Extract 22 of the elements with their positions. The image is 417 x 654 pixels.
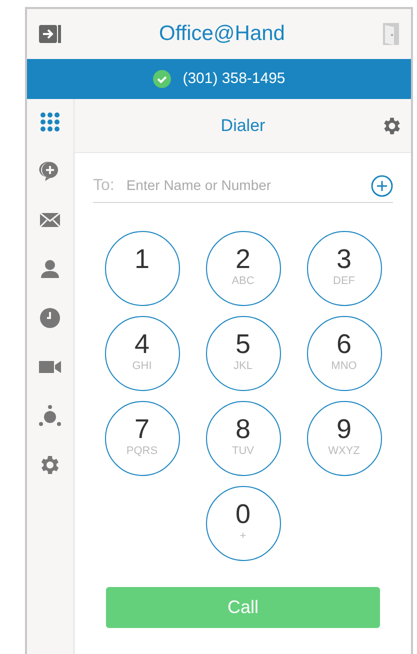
app-title: Office@Hand	[159, 21, 285, 48]
dial-key[interactable]: 3 DEF	[306, 231, 382, 306]
clock-icon[interactable]	[38, 306, 62, 330]
dial-key[interactable]: 2 ABC	[206, 231, 280, 306]
conference-icon[interactable]	[38, 404, 62, 428]
dialer-title: Dialer	[220, 114, 266, 137]
check-circle-icon	[152, 70, 171, 88]
dial-key[interactable]: 7 PQRS	[104, 401, 180, 476]
dial-key[interactable]: 4 GHI	[104, 316, 180, 391]
to-label: To:	[93, 176, 114, 196]
dial-key[interactable]: 0 +	[206, 486, 280, 561]
dialpad-icon[interactable]	[38, 110, 62, 134]
recipient-field[interactable]: Enter Name or Number	[126, 175, 359, 196]
add-icon[interactable]	[371, 174, 393, 196]
dial-key[interactable]: 1	[104, 231, 180, 306]
exit-arrow-icon[interactable]	[39, 25, 61, 43]
dial-key[interactable]: 6 MNO	[306, 316, 382, 391]
dial-key[interactable]: 5 JKL	[206, 316, 280, 391]
dial-key[interactable]: 8 TUV	[206, 401, 280, 476]
dial-key[interactable]: 9 WXYZ	[306, 401, 382, 476]
person-icon[interactable]	[38, 257, 62, 281]
phone-number: (301) 358-1495	[182, 68, 286, 89]
